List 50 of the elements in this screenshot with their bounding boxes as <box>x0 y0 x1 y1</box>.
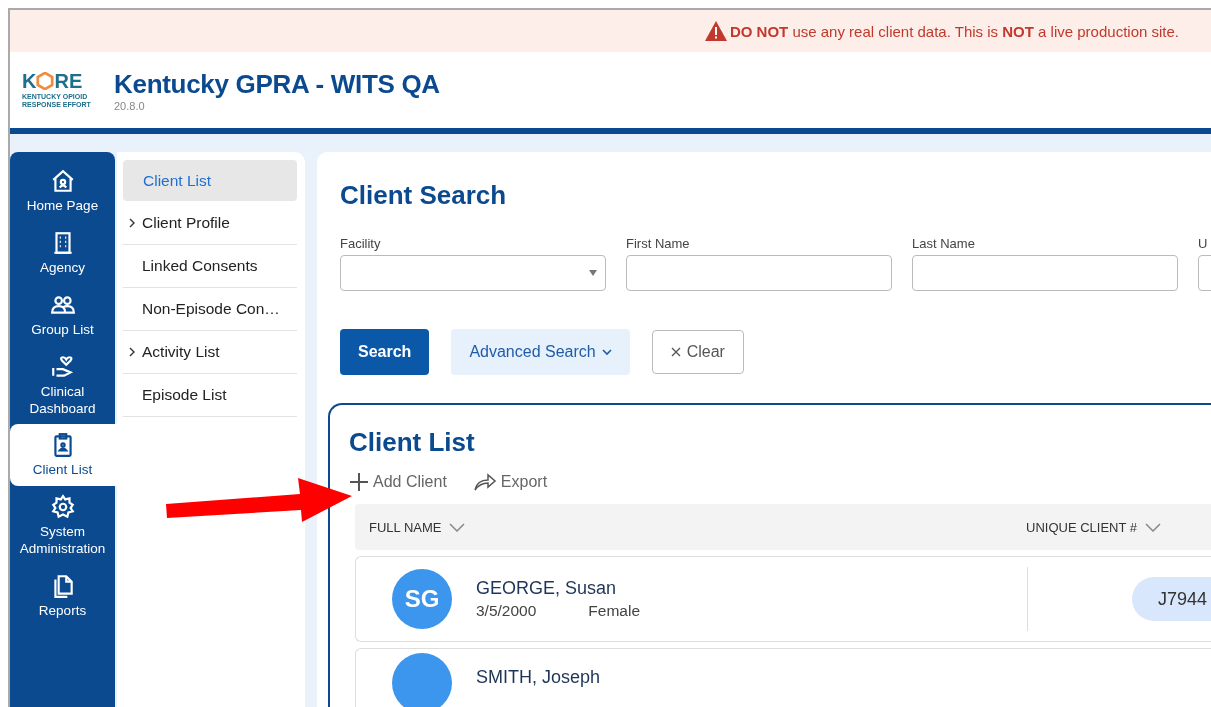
field-label: First Name <box>626 236 691 251</box>
submenu-item[interactable]: Episode List <box>123 374 297 417</box>
column-header[interactable]: FULL NAME <box>369 519 1026 535</box>
submenu-item[interactable]: Non-Episode Con… <box>123 288 297 331</box>
submenu-item[interactable]: Client Profile <box>123 202 297 245</box>
submenu-item[interactable]: Client List <box>123 160 297 201</box>
export-button[interactable]: Export <box>472 473 548 491</box>
field-label: Last Name <box>912 236 976 251</box>
nav-item[interactable]: Agency <box>10 221 115 284</box>
section-title: Client List <box>349 427 476 458</box>
chevron-down-icon <box>449 522 466 532</box>
input-field[interactable] <box>912 255 1178 291</box>
warning-text: DO NOT use any real client data. This is NOT a live production site. <box>729 22 1179 40</box>
advanced-search-button[interactable]: Advanced Search <box>451 329 630 375</box>
field-label: Facility <box>340 236 382 251</box>
facility-dropdown[interactable] <box>340 255 606 291</box>
settings-icon <box>49 494 76 521</box>
client-id-chip: J7944 <box>1132 577 1211 621</box>
warning-icon <box>703 20 728 42</box>
nav-item[interactable]: Reports <box>10 565 115 627</box>
version-text: 20.8.0 <box>114 99 146 112</box>
input-field[interactable] <box>626 255 892 291</box>
add-client-button[interactable]: Add Client <box>349 472 447 492</box>
field-label: U <box>1198 236 1209 251</box>
nav-item[interactable]: System Administration <box>10 486 115 565</box>
section-title: Client Search <box>340 180 508 211</box>
nav-item[interactable]: Clinical Dashboard <box>10 345 115 425</box>
close-icon <box>670 347 681 357</box>
client-row[interactable]: SMITH, Joseph <box>355 648 1211 707</box>
column-header[interactable]: UNIQUE CLIENT # <box>1026 519 1161 535</box>
submenu-item[interactable]: Linked Consents <box>123 245 297 288</box>
submenu-item[interactable]: Activity List <box>123 331 297 374</box>
caret-icon <box>589 270 597 276</box>
share-icon <box>472 473 497 491</box>
client-name: GEORGE, Susan <box>476 578 618 599</box>
app-title: Kentucky GPRA - WITS QA <box>114 68 440 100</box>
avatar: SG <box>392 569 452 629</box>
chevron-down-icon <box>1145 522 1161 532</box>
clear-button[interactable]: Clear <box>651 330 744 374</box>
nav-item[interactable]: Home Page <box>10 160 115 222</box>
birth-date: 3/5/2000 <box>476 602 537 620</box>
avatar <box>392 653 452 707</box>
client-name: SMITH, Joseph <box>476 667 602 688</box>
plus-icon <box>349 472 369 492</box>
client-row[interactable]: SG GEORGE, Susan 3/5/2000 Female J7944 <box>355 556 1211 642</box>
nav-item[interactable]: Group List <box>10 283 115 346</box>
chevron-down-icon <box>601 348 612 356</box>
search-button[interactable]: Search <box>340 329 430 375</box>
hand-heart-icon <box>49 353 76 380</box>
gender-text: Female <box>588 602 641 620</box>
